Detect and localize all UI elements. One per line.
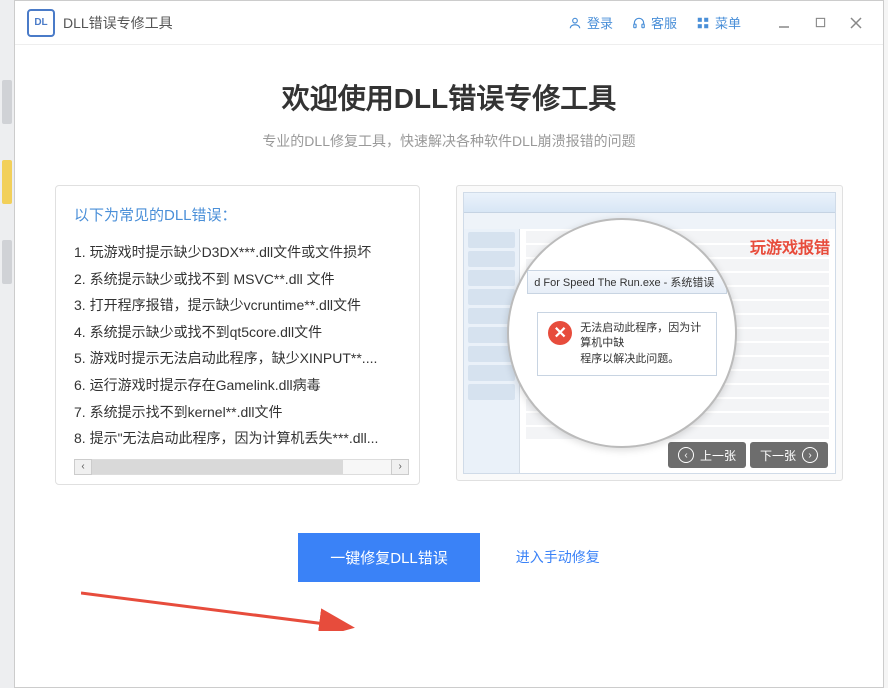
error-item: 8. 提示"无法启动此程序，因为计算机丢失***.dll... bbox=[74, 425, 409, 452]
carousel-next-button[interactable]: 下一张 › bbox=[750, 442, 828, 468]
error-item: 5. 游戏时提示无法启动此程序，缺少XINPUT**.... bbox=[74, 345, 409, 372]
menu-link[interactable]: 菜单 bbox=[695, 13, 741, 32]
error-item: 2. 系统提示缺少或找不到 MSVC**.dll 文件 bbox=[74, 266, 409, 293]
page-title: 欢迎使用DLL错误专修工具 bbox=[55, 77, 843, 117]
menu-label: 菜单 bbox=[715, 13, 741, 32]
app-title: DLL错误专修工具 bbox=[63, 13, 173, 33]
chevron-left-icon: ‹ bbox=[678, 447, 694, 463]
error-item: 4. 系统提示缺少或找不到qt5core.dll文件 bbox=[74, 319, 409, 346]
titlebar: DL DLL错误专修工具 登录 客服 菜单 bbox=[15, 1, 883, 45]
scroll-left-arrow[interactable]: ‹ bbox=[74, 459, 92, 475]
actions-row: 一键修复DLL错误 进入手动修复 bbox=[55, 533, 843, 582]
manual-repair-link[interactable]: 进入手动修复 bbox=[516, 547, 600, 567]
app-window: DL DLL错误专修工具 登录 客服 菜单 bbox=[14, 0, 884, 688]
error-item: 6. 运行游戏时提示存在Gamelink.dll病毒 bbox=[74, 372, 409, 399]
close-button[interactable] bbox=[841, 11, 871, 35]
content-area: 欢迎使用DLL错误专修工具 专业的DLL修复工具，快速解决各种软件DLL崩溃报错… bbox=[15, 45, 883, 602]
support-link[interactable]: 客服 bbox=[631, 13, 677, 32]
error-list: 1. 玩游戏时提示缺少D3DX***.dll文件或文件损坏 2. 系统提示缺少或… bbox=[74, 239, 409, 452]
error-item: 7. 系统提示找不到kernel**.dll文件 bbox=[74, 399, 409, 426]
page-subtitle: 专业的DLL修复工具，快速解决各种软件DLL崩溃报错的问题 bbox=[55, 131, 843, 151]
error-icon: ✕ bbox=[548, 321, 572, 345]
headset-icon bbox=[631, 15, 647, 31]
error-dialog: ✕ 无法启动此程序，因为计算机中缺 程序以解决此问题。 bbox=[537, 312, 717, 376]
next-label: 下一张 bbox=[760, 447, 796, 464]
login-link[interactable]: 登录 bbox=[567, 13, 613, 32]
dialog-titlebar: d For Speed The Run.exe - 系统错误 bbox=[527, 270, 727, 294]
scroll-right-arrow[interactable]: › bbox=[391, 459, 409, 475]
screenshot-overlay-label: 玩游戏报错 bbox=[750, 234, 830, 258]
user-icon bbox=[567, 15, 583, 31]
maximize-button[interactable] bbox=[805, 11, 835, 35]
grid-icon bbox=[695, 15, 711, 31]
horizontal-scrollbar[interactable]: ‹ › bbox=[74, 458, 409, 476]
magnifier-overlay: d For Speed The Run.exe - 系统错误 ✕ 无法启动此程序… bbox=[507, 218, 737, 448]
scroll-track[interactable] bbox=[92, 459, 391, 475]
app-icon: DL bbox=[27, 9, 55, 37]
chevron-right-icon: › bbox=[802, 447, 818, 463]
error-item: 3. 打开程序报错，提示缺少vcruntime**.dll文件 bbox=[74, 292, 409, 319]
minimize-button[interactable] bbox=[769, 11, 799, 35]
prev-label: 上一张 bbox=[700, 447, 736, 464]
carousel-prev-button[interactable]: ‹ 上一张 bbox=[668, 442, 746, 468]
desktop-left-strip bbox=[0, 0, 14, 688]
screenshot-carousel: 玩游戏报错 d For Speed The Run.exe - 系统错误 ✕ 无… bbox=[456, 185, 843, 481]
annotation-arrow bbox=[81, 591, 361, 631]
error-item: 1. 玩游戏时提示缺少D3DX***.dll文件或文件损坏 bbox=[74, 239, 409, 266]
support-label: 客服 bbox=[651, 13, 677, 32]
error-dialog-text: 无法启动此程序，因为计算机中缺 程序以解决此问题。 bbox=[580, 321, 706, 367]
common-errors-panel: 以下为常见的DLL错误： 1. 玩游戏时提示缺少D3DX***.dll文件或文件… bbox=[55, 185, 420, 485]
repair-button[interactable]: 一键修复DLL错误 bbox=[298, 533, 480, 582]
errors-heading: 以下为常见的DLL错误： bbox=[74, 204, 409, 225]
login-label: 登录 bbox=[587, 13, 613, 32]
scroll-thumb[interactable] bbox=[92, 460, 343, 474]
